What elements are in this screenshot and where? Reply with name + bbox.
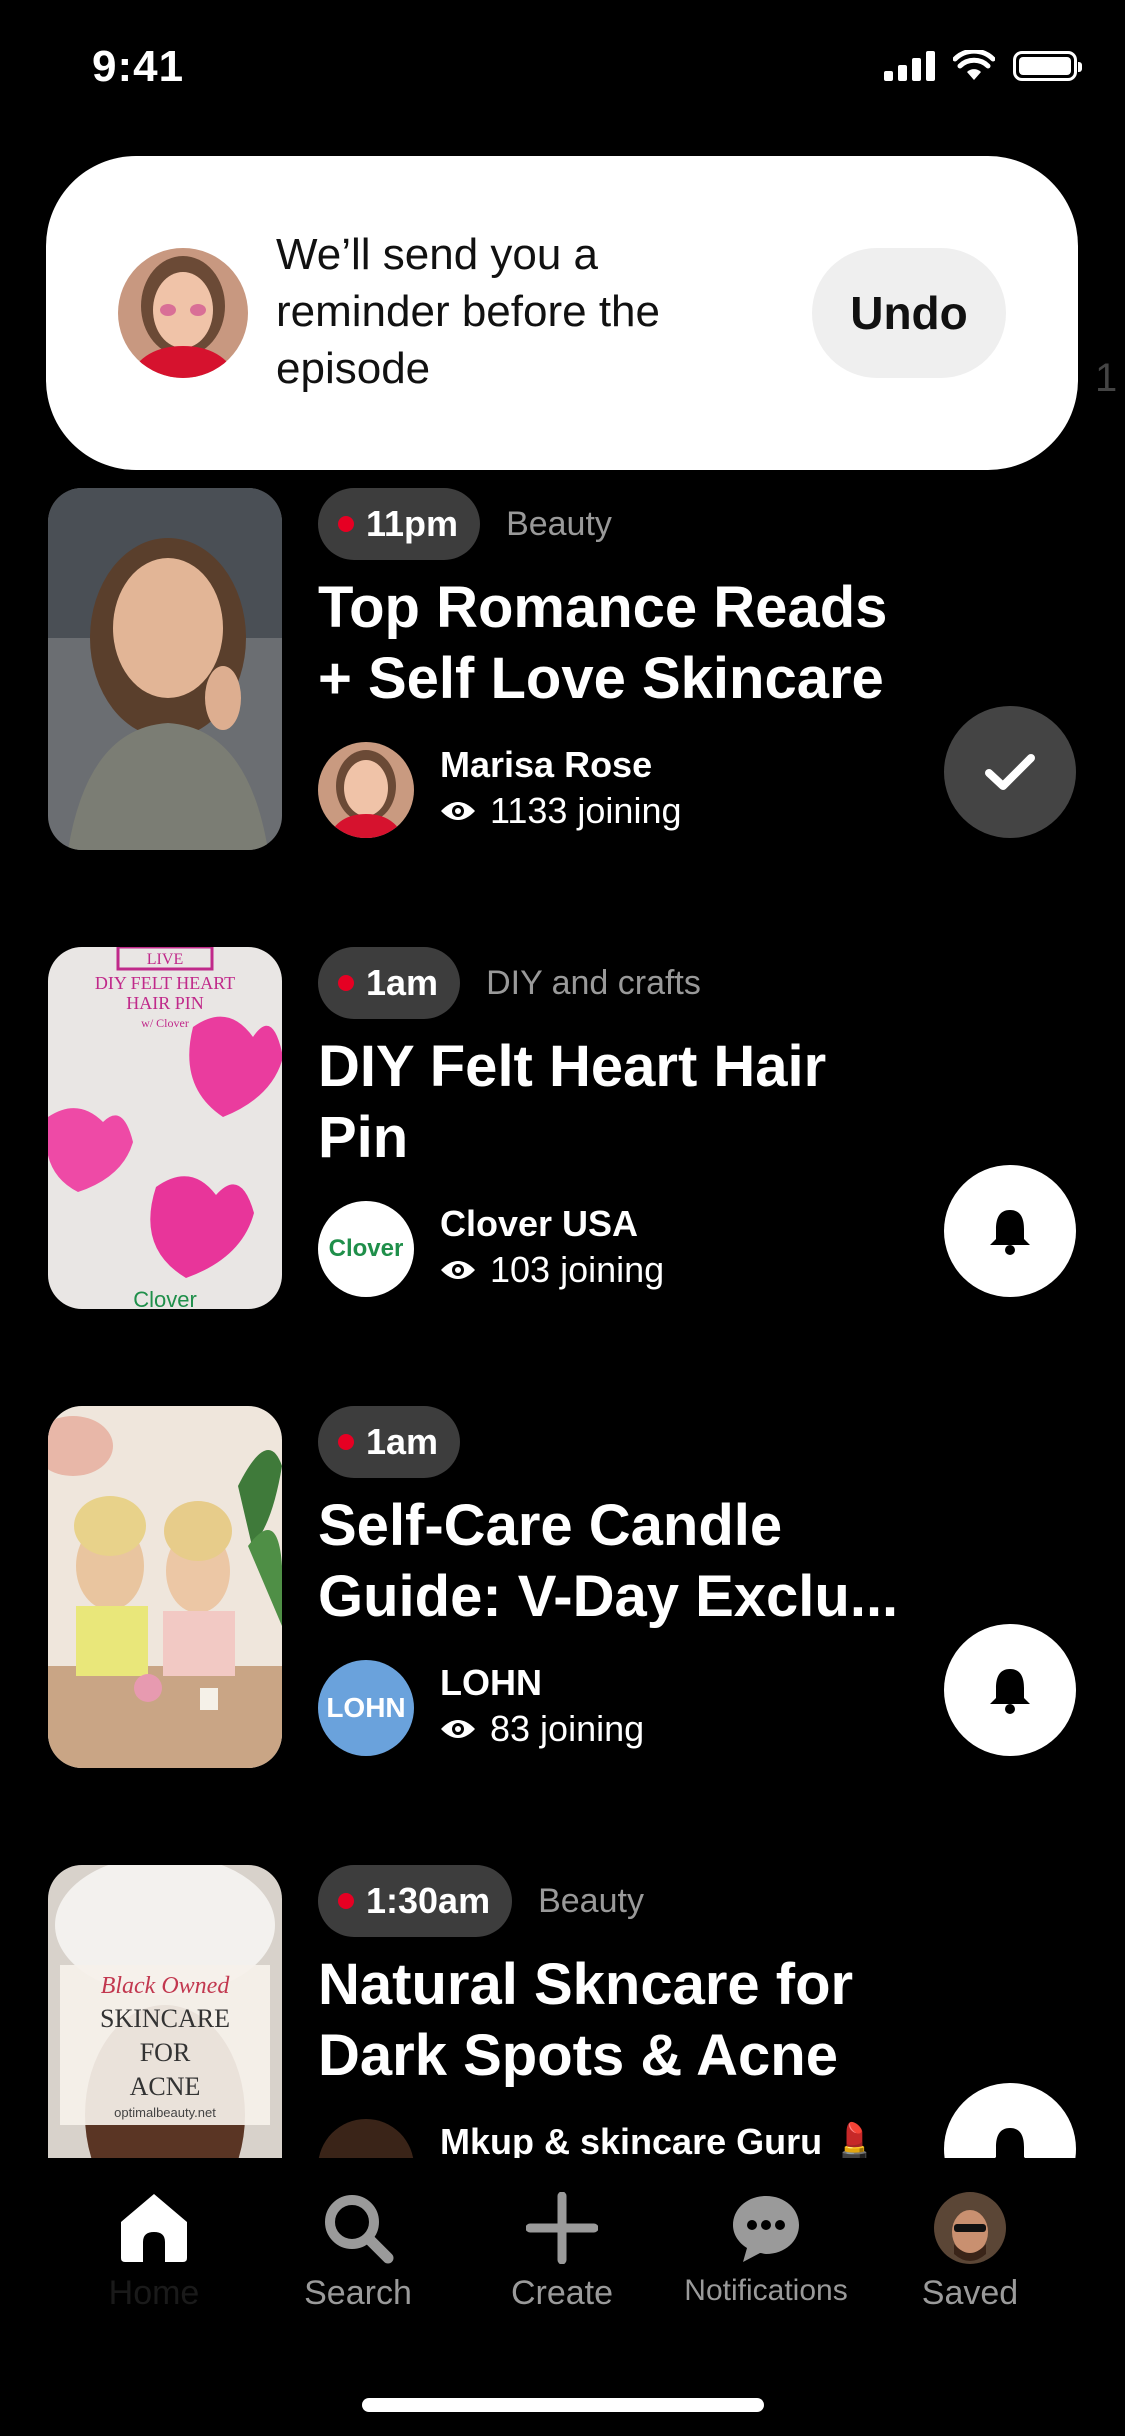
tab-home[interactable]: Home [64, 2188, 244, 2328]
session-thumbnail[interactable]: Black Owned SKINCARE FOR ACNE optimalbea… [48, 1865, 282, 2158]
status-icons [884, 50, 1082, 82]
thumb-line: w/ Clover [141, 1016, 189, 1030]
tab-search[interactable]: Search [268, 2188, 448, 2328]
time-badge: 1:30am [318, 1865, 513, 1937]
thumb-line: FOR [140, 2038, 191, 2067]
session-title[interactable]: Top Romance Reads + Self Love Skincare [318, 572, 908, 714]
live-dot-icon [338, 1893, 354, 1909]
session-title[interactable]: Natural Skncare for Dark Spots & Acne [318, 1949, 908, 2091]
checkmark-icon [985, 754, 1035, 790]
reminder-set-button[interactable] [944, 706, 1076, 838]
profile-avatar [934, 2192, 1006, 2264]
session-card[interactable]: Black Owned SKINCARE FOR ACNE optimalbea… [0, 1847, 1125, 2158]
tab-label: Home [108, 2274, 200, 2312]
session-category: Beauty [506, 504, 612, 543]
creator-avatar[interactable]: Clover [318, 1201, 414, 1297]
host-avatar [118, 248, 248, 378]
wifi-icon [953, 50, 995, 80]
tab-label: Create [510, 2274, 614, 2312]
creator-avatar[interactable] [318, 2119, 414, 2158]
bell-icon [990, 1669, 1030, 1714]
session-time: 11pm [366, 503, 459, 544]
home-icon [121, 2194, 187, 2262]
thumb-line: optimalbeauty.net [114, 2105, 216, 2120]
tab-notifications[interactable]: Notifications [676, 2188, 856, 2328]
session-meta: 1am [318, 1406, 486, 1478]
battery-icon [1013, 51, 1082, 81]
joining-text: 83 joining [490, 1708, 645, 1749]
plus-icon [526, 2192, 598, 2264]
session-category: DIY and crafts [486, 963, 701, 1002]
tab-saved[interactable]: Saved [880, 2188, 1060, 2328]
home-indicator [362, 2398, 764, 2412]
joining-count: 1133 joining [440, 790, 682, 832]
cellular-signal-icon [884, 51, 935, 81]
joining-count: 83 joining [440, 1708, 644, 1750]
joining-text: 103 joining [490, 1249, 665, 1290]
remind-me-button[interactable] [944, 1165, 1076, 1297]
tab-create[interactable]: Create [472, 2188, 652, 2328]
lohn-logo: LOHN [326, 1692, 406, 1723]
svg-text:Clover: Clover [133, 1287, 197, 1309]
thumb-line: LIVE [147, 951, 183, 968]
live-dot-icon [338, 1434, 354, 1450]
creator-avatar[interactable] [318, 742, 414, 838]
reminder-toast: We’ll send you a reminder before the epi… [46, 156, 1078, 470]
time-badge: 11pm [318, 488, 481, 560]
thumb-line: HAIR PIN [126, 993, 204, 1013]
session-card[interactable]: LIVE DIY FELT HEART HAIR PIN w/ Clover C… [0, 929, 1125, 1329]
toast-message: We’ll send you a reminder before the epi… [276, 230, 660, 393]
status-bar: 9:41 [0, 0, 1125, 140]
eye-icon [441, 802, 475, 820]
thumb-line: ACNE [130, 2072, 201, 2101]
session-meta: 1:30am Beauty [318, 1865, 644, 1937]
session-thumbnail[interactable] [48, 488, 282, 850]
session-meta: 11pm Beauty [318, 488, 612, 560]
creator-name[interactable]: Mkup & skincare Guru 💄 [440, 2121, 877, 2158]
session-time: 1:30am [366, 1880, 491, 1921]
bell-icon [990, 1210, 1030, 1255]
joining-text: 1133 joining [490, 790, 682, 831]
creator-name[interactable]: Marisa Rose [440, 744, 652, 786]
session-card[interactable]: 11pm Beauty Top Romance Reads + Self Lov… [0, 470, 1125, 870]
thumb-line: DIY FELT HEART [95, 973, 235, 993]
creator-avatar[interactable]: LOHN [318, 1660, 414, 1756]
session-thumbnail[interactable] [48, 1406, 282, 1768]
remind-me-button[interactable] [944, 1624, 1076, 1756]
eye-icon [441, 1720, 475, 1738]
thumb-line: Black Owned [101, 1973, 231, 1999]
session-time: 1am [366, 1421, 439, 1462]
session-card[interactable]: 1am Self-Care Candle Guide: V-Day Exclu.… [0, 1388, 1125, 1788]
header-peek-text: 1 [1095, 356, 1118, 400]
time-badge: 1am [318, 947, 461, 1019]
tab-label: Saved [921, 2274, 1019, 2312]
remind-me-button[interactable] [944, 2083, 1076, 2158]
creator-name[interactable]: LOHN [440, 1662, 542, 1704]
tab-label: Search [304, 2274, 412, 2312]
session-time: 1am [366, 962, 439, 1003]
thumb-line: SKINCARE [100, 2004, 230, 2033]
tab-label: Notifications [684, 2274, 848, 2307]
undo-button[interactable]: Undo [812, 248, 1006, 378]
status-time: 9:41 [92, 42, 185, 91]
eye-icon [441, 1261, 475, 1279]
screen: 9:41 11pm Beauty Top Romance Reads + Sel… [0, 0, 1125, 2436]
live-dot-icon [338, 975, 354, 991]
session-title[interactable]: DIY Felt Heart Hair Pin [318, 1031, 908, 1173]
session-title[interactable]: Self-Care Candle Guide: V-Day Exclu... [318, 1490, 908, 1632]
live-dot-icon [338, 516, 354, 532]
bottom-tab-bar: Home Search Create Notifications Saved [0, 2158, 1125, 2436]
search-icon [325, 2195, 394, 2264]
session-category: Beauty [538, 1881, 644, 1920]
live-sessions-feed[interactable]: 11pm Beauty Top Romance Reads + Self Lov… [0, 470, 1125, 2158]
session-thumbnail[interactable]: LIVE DIY FELT HEART HAIR PIN w/ Clover C… [48, 947, 282, 1309]
bell-icon [995, 2128, 1025, 2158]
creator-name[interactable]: Clover USA [440, 1203, 638, 1245]
joining-count: 103 joining [440, 1249, 664, 1291]
clover-logo: Clover [328, 1235, 404, 1262]
time-badge: 1am [318, 1406, 461, 1478]
session-meta: 1am DIY and crafts [318, 947, 701, 1019]
chat-bubble-icon [733, 2196, 799, 2262]
